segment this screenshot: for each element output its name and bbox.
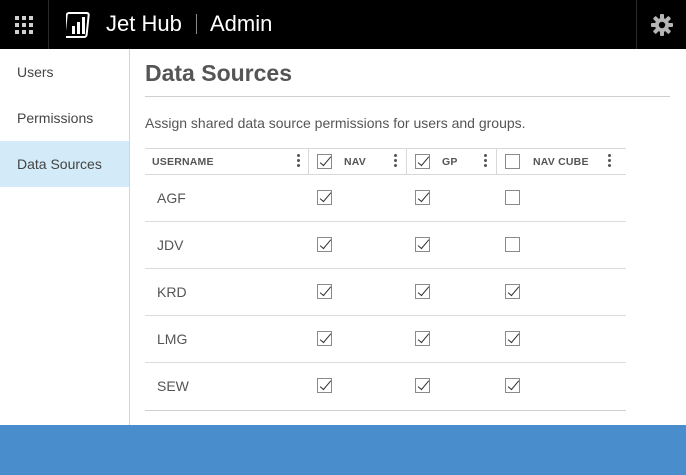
username-cell: AGF <box>157 190 186 206</box>
username-cell: JDV <box>157 237 184 253</box>
gear-icon <box>650 13 673 36</box>
gp-checkbox[interactable] <box>415 331 430 346</box>
table-bottom-border <box>145 410 626 411</box>
permissions-table: USERNAME NAV GP NAV CUBE AGF JDV KRD LMG… <box>145 148 626 410</box>
footer-bar <box>0 425 686 475</box>
sidebar-item-label: Users <box>17 64 54 80</box>
username-cell: LMG <box>157 331 188 347</box>
app-launcher-button[interactable] <box>0 0 49 49</box>
title-divider <box>145 96 670 97</box>
nav-checkbox[interactable] <box>317 378 332 393</box>
nav-checkbox[interactable] <box>317 284 332 299</box>
page-description: Assign shared data source permissions fo… <box>145 115 526 131</box>
sidebar: Users Permissions Data Sources <box>0 49 130 425</box>
table-row: AGF <box>145 175 626 222</box>
top-bar: Jet Hub Admin <box>0 0 686 49</box>
table-row: KRD <box>145 269 626 316</box>
app-title: Jet Hub <box>106 11 182 36</box>
gp-column-menu-icon[interactable] <box>481 154 489 169</box>
jet-logo-icon <box>66 12 90 38</box>
nav-checkbox[interactable] <box>317 237 332 252</box>
table-header: USERNAME NAV GP NAV CUBE <box>145 148 626 175</box>
gp-checkbox[interactable] <box>415 378 430 393</box>
sidebar-item-label: Data Sources <box>17 156 102 172</box>
column-header-nav-cube[interactable]: NAV CUBE <box>497 149 626 174</box>
sidebar-item-permissions[interactable]: Permissions <box>0 95 129 141</box>
header-checkbox-nav-cube[interactable] <box>505 154 520 169</box>
column-label-nav: NAV <box>344 156 366 168</box>
sidebar-item-label: Permissions <box>17 110 94 126</box>
username-cell: SEW <box>157 378 189 394</box>
nav-cube-checkbox[interactable] <box>505 190 520 205</box>
nav-cube-checkbox[interactable] <box>505 284 520 299</box>
nav-checkbox[interactable] <box>317 190 332 205</box>
nav-cube-checkbox[interactable] <box>505 331 520 346</box>
column-label-gp: GP <box>442 156 458 168</box>
sidebar-item-users[interactable]: Users <box>0 49 129 95</box>
gp-checkbox[interactable] <box>415 284 430 299</box>
column-header-username[interactable]: USERNAME <box>145 149 309 174</box>
column-header-nav[interactable]: NAV <box>309 149 407 174</box>
nav-cube-checkbox[interactable] <box>505 237 520 252</box>
username-column-menu-icon[interactable] <box>294 154 302 169</box>
nav-cube-checkbox[interactable] <box>505 378 520 393</box>
nav-column-menu-icon[interactable] <box>391 154 399 169</box>
gp-checkbox[interactable] <box>415 190 430 205</box>
username-cell: KRD <box>157 284 187 300</box>
column-header-gp[interactable]: GP <box>407 149 497 174</box>
nav-cube-column-menu-icon[interactable] <box>605 154 613 169</box>
header-checkbox-gp[interactable] <box>415 154 430 169</box>
main-content: Data Sources Assign shared data source p… <box>130 49 686 425</box>
header-checkbox-nav[interactable] <box>317 154 332 169</box>
column-label-username: USERNAME <box>152 156 214 168</box>
settings-button[interactable] <box>636 0 686 49</box>
table-row: LMG <box>145 316 626 363</box>
page-title: Data Sources <box>145 60 293 86</box>
app-subtitle: Admin <box>210 11 273 36</box>
table-row: JDV <box>145 222 626 269</box>
nav-checkbox[interactable] <box>317 331 332 346</box>
title-separator <box>196 14 197 34</box>
table-row: SEW <box>145 363 626 410</box>
grid-icon <box>15 15 33 34</box>
column-label-nav-cube: NAV CUBE <box>533 156 589 168</box>
sidebar-item-data-sources[interactable]: Data Sources <box>0 141 129 187</box>
gp-checkbox[interactable] <box>415 237 430 252</box>
